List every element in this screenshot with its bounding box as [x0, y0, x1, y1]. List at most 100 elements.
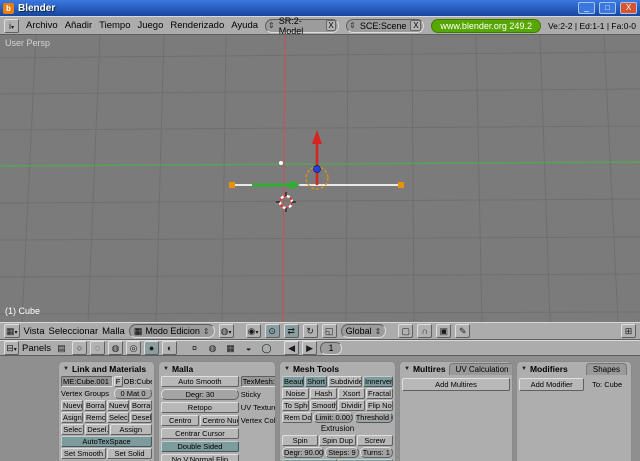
transform-gizmo[interactable]	[229, 130, 404, 190]
next-frame-button[interactable]: ▶	[302, 341, 318, 355]
degr-spin-field[interactable]: Degr: 90.00	[282, 447, 325, 458]
material-delete-button[interactable]: Borrar	[130, 400, 152, 411]
set-solid-button[interactable]: Set Solid	[107, 448, 152, 459]
context-shading-button[interactable]: ◍	[108, 341, 124, 355]
fractal-button[interactable]: Fractal	[366, 388, 393, 399]
panel-title[interactable]: Multires	[413, 364, 446, 374]
retopo-toggle[interactable]: Retopo	[161, 402, 239, 413]
no-vnormal-flip-toggle[interactable]: No V.Normal Flip	[161, 454, 239, 461]
tab-uv-calculation[interactable]: UV Calculation	[448, 362, 512, 375]
sub-material-button[interactable]: ◍	[205, 341, 220, 355]
editor-type-button[interactable]: ▦▾	[4, 324, 20, 338]
menu-juego[interactable]: Juego	[137, 20, 163, 31]
centre-cursor-button[interactable]: Centrar Cursor	[161, 428, 239, 439]
innervert-toggle[interactable]: Innervert	[363, 376, 393, 387]
auto-smooth-toggle[interactable]: Auto Smooth	[161, 376, 239, 387]
mode-select[interactable]: ▦ Modo Edicion ⇕	[128, 324, 215, 338]
beauty-toggle[interactable]: Beaut	[282, 376, 304, 387]
screen-selector[interactable]: ⇕ SR:2-Model X	[265, 16, 340, 36]
menu-anadir[interactable]: Añadir	[65, 20, 92, 31]
limit-number-field[interactable]: Limit: 0.001	[313, 412, 353, 423]
gizmo-red-arrow[interactable]	[312, 130, 322, 144]
manipulator-toggle[interactable]: ⊙	[264, 324, 280, 338]
panel-title[interactable]: Link and Materials	[72, 364, 146, 374]
context-script-button[interactable]: ◌	[90, 341, 106, 355]
frame-number-field[interactable]: 1	[320, 341, 343, 355]
short-toggle[interactable]: Short	[305, 376, 327, 387]
menu-tiempo[interactable]: Tiempo	[99, 20, 130, 31]
spin-dup-button[interactable]: Spin Dup	[319, 435, 356, 446]
gizmo-endpoint-left[interactable]	[229, 182, 235, 188]
autotexspace-toggle[interactable]: AutoTexSpace	[61, 436, 152, 447]
minimize-button[interactable]: _	[578, 2, 595, 14]
material-new-button[interactable]: Nuevo	[107, 400, 129, 411]
panels-house-button[interactable]: ▤	[54, 341, 69, 355]
menu-renderizado[interactable]: Renderizado	[170, 20, 224, 31]
info-menu-button[interactable]: i▾	[4, 18, 19, 33]
panel-title[interactable]: Malla	[172, 364, 193, 374]
noise-button[interactable]: Noise	[282, 388, 309, 399]
material-counter[interactable]: 0 Mat 0	[114, 388, 152, 399]
menu-seleccionar[interactable]: Seleccionar	[48, 326, 98, 337]
proportional-edit-button[interactable]: ✎	[455, 324, 471, 338]
tab-shapes[interactable]: Shapes	[585, 362, 627, 375]
screen-unlink-button[interactable]: X	[325, 20, 337, 31]
maximize-button[interactable]: □	[599, 2, 616, 14]
scene-selector[interactable]: ⇕ SCE:Scene X	[346, 18, 425, 33]
context-editing-button[interactable]: ●	[144, 341, 160, 355]
subdivide-button[interactable]: Subdivide	[328, 376, 362, 387]
panel-title[interactable]: Modifiers	[530, 364, 568, 374]
mesh-name-field[interactable]: ME:Cube.001	[61, 376, 113, 387]
menu-vista[interactable]: Vista	[24, 326, 45, 337]
degr-number-field[interactable]: Degr: 30	[161, 389, 239, 400]
threshold-number-field[interactable]: Threshold 0.010	[353, 412, 393, 423]
titlebar[interactable]: b Blender _ □ X	[0, 0, 640, 16]
menu-ayuda[interactable]: Ayuda	[231, 20, 258, 31]
set-smooth-button[interactable]: Set Smooth	[61, 448, 106, 459]
spin-button[interactable]: Spin	[282, 435, 319, 446]
shading-select[interactable]: ◍▾	[218, 324, 234, 338]
screw-button[interactable]: Screw	[356, 435, 393, 446]
pivot-select[interactable]: ◉▾	[245, 324, 261, 338]
manipulator-translate-toggle[interactable]: ⇄	[283, 324, 299, 338]
viewport-canvas[interactable]	[0, 35, 640, 322]
to-sphere-button[interactable]: To Spher	[282, 400, 309, 411]
snap-toggle[interactable]: ∩	[417, 324, 433, 338]
manipulator-scale-toggle[interactable]: ◱	[321, 324, 337, 338]
gizmo-endpoint-right[interactable]	[398, 182, 404, 188]
vgroup-delete-button[interactable]: Borrar	[84, 400, 106, 411]
menu-malla[interactable]: Malla	[102, 326, 125, 337]
material-select-button[interactable]: Selec	[107, 412, 129, 423]
context-logic-button[interactable]: ○	[72, 341, 88, 355]
material-assign-button[interactable]: Assign	[109, 424, 152, 435]
centre-button[interactable]: Centro	[161, 415, 200, 426]
manipulator-rotate-toggle[interactable]: ↻	[302, 324, 318, 338]
buttons-editor-type-button[interactable]: ⊟▾	[4, 341, 19, 355]
panel-title[interactable]: Mesh Tools	[293, 364, 339, 374]
prev-frame-button[interactable]: ◀	[284, 341, 300, 355]
hash-button[interactable]: Hash	[310, 388, 337, 399]
viewport-3d[interactable]: User Persp (1) Cube	[0, 35, 640, 322]
layers-button[interactable]: ⊞	[621, 324, 636, 338]
gizmo-green-arrow[interactable]	[290, 180, 300, 190]
collapse-icon[interactable]: ▼	[63, 366, 69, 372]
sub-texture-button[interactable]: ▦	[223, 341, 238, 355]
double-sided-toggle[interactable]: Double Sided	[161, 441, 239, 452]
menu-archivo[interactable]: Archivo	[26, 20, 58, 31]
sub-lamp-button[interactable]: ¤	[187, 341, 202, 355]
collapse-icon[interactable]: ▼	[521, 366, 527, 372]
smooth-button[interactable]: Smooth	[310, 400, 337, 411]
fake-user-button[interactable]: F	[113, 376, 123, 387]
flip-normals-button[interactable]: Flip Norm	[366, 400, 393, 411]
sub-world-button[interactable]: ◯	[259, 341, 274, 355]
vgroup-remove-button[interactable]: Remove	[84, 412, 106, 423]
collapse-icon[interactable]: ▼	[163, 366, 169, 372]
vgroup-select-button[interactable]: Selec	[61, 424, 85, 435]
context-object-button[interactable]: ◎	[126, 341, 142, 355]
vgroup-deselect-button[interactable]: Desel.	[85, 424, 109, 435]
centre-new-button[interactable]: Centro Nuevo	[200, 415, 239, 426]
render-preview-button[interactable]: ▣	[436, 324, 452, 338]
orientation-select[interactable]: Global ⇕	[340, 324, 387, 338]
collapse-icon[interactable]: ▼	[404, 366, 410, 372]
texmesh-field[interactable]: TexMesh:	[240, 376, 275, 387]
